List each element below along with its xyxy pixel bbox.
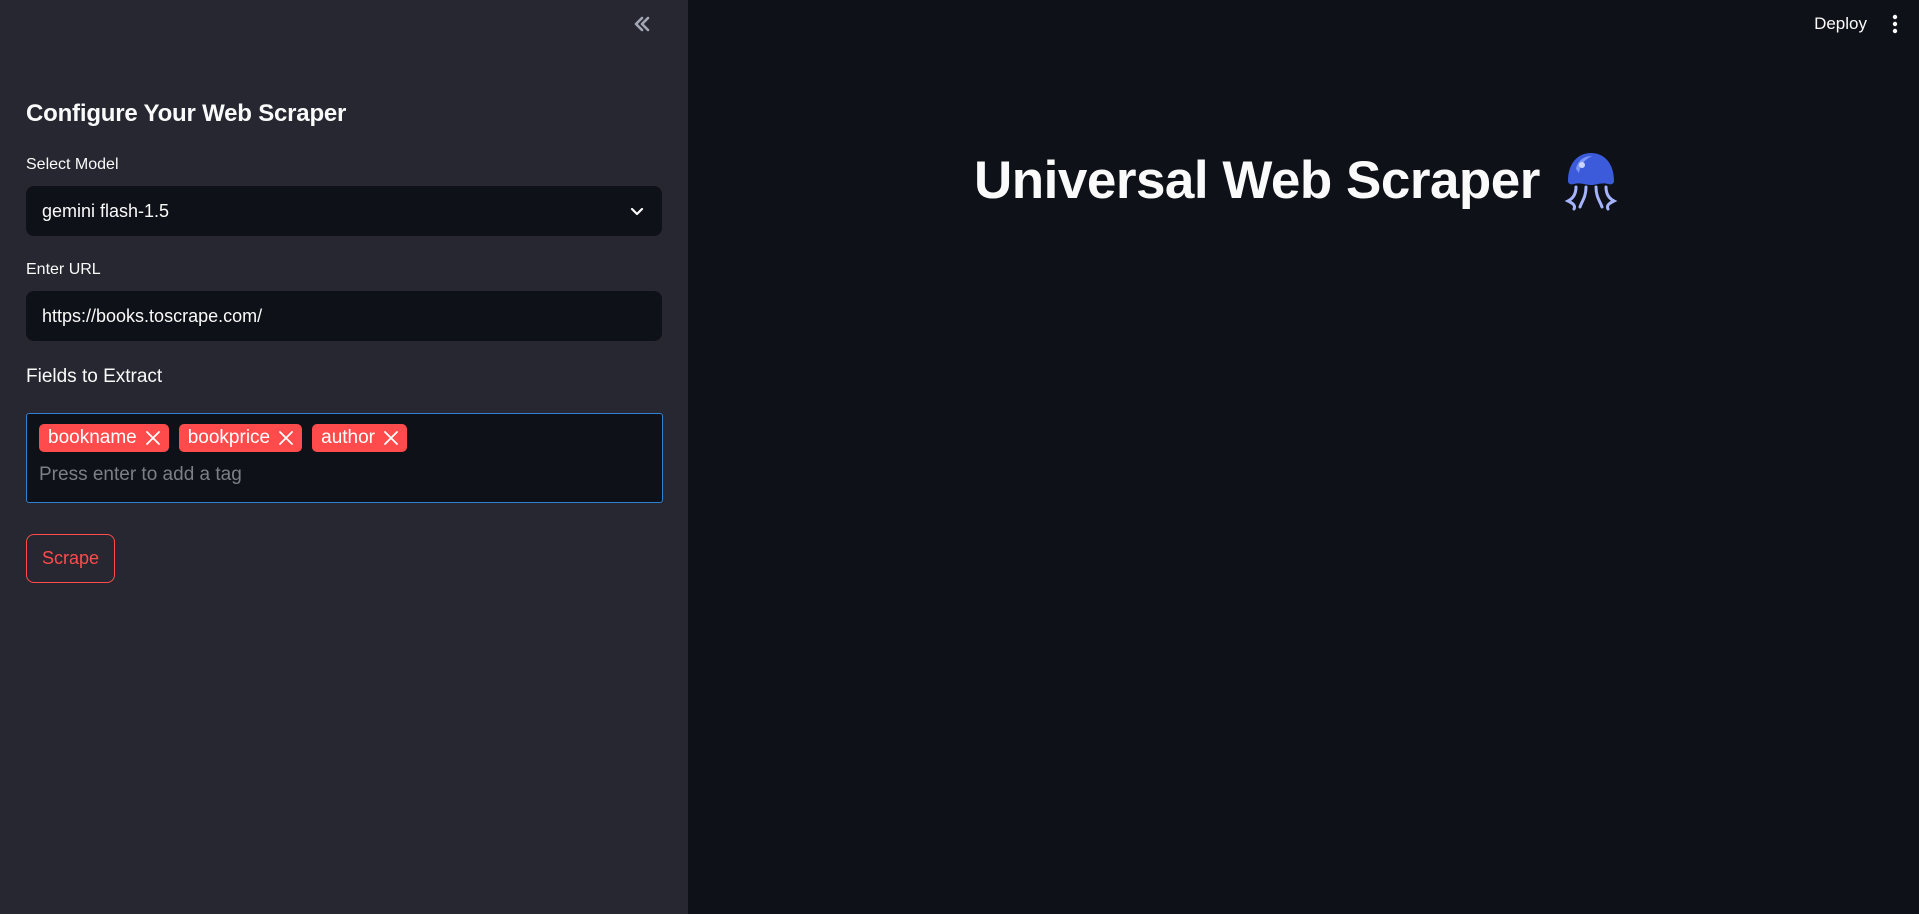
- model-label: Select Model: [26, 156, 119, 173]
- page-title-text: Universal Web Scraper: [974, 151, 1540, 210]
- double-chevron-left-icon: [634, 16, 650, 32]
- close-icon[interactable]: [278, 430, 294, 446]
- collapse-sidebar-button[interactable]: [628, 10, 656, 38]
- chevron-down-icon: [630, 207, 644, 216]
- scrape-button[interactable]: Scrape: [26, 534, 116, 583]
- close-icon[interactable]: [383, 430, 399, 446]
- tag-label: bookname: [48, 427, 137, 448]
- header-actions: Deploy: [1814, 10, 1901, 38]
- jellyfish-icon: [1564, 152, 1618, 210]
- deploy-button[interactable]: Deploy: [1814, 14, 1867, 34]
- sidebar-title: Configure Your Web Scraper: [26, 100, 347, 127]
- url-label: Enter URL: [26, 261, 101, 278]
- fields-label: Fields to Extract: [26, 366, 163, 387]
- kebab-menu-icon[interactable]: [1889, 13, 1901, 35]
- model-select-value: gemini flash-1.5: [42, 200, 170, 221]
- model-select[interactable]: gemini flash-1.5: [26, 186, 662, 236]
- sidebar: Configure Your Web Scraper Select Model …: [0, 0, 688, 914]
- tag-chip: bookname: [39, 424, 169, 452]
- tag-label: bookprice: [187, 427, 271, 448]
- url-input[interactable]: [26, 291, 662, 341]
- tag-list: bookname bookprice author: [39, 424, 650, 452]
- page-title: Universal Web Scraper: [974, 150, 1620, 211]
- close-icon[interactable]: [145, 430, 161, 446]
- tag-chip: bookprice: [178, 424, 303, 452]
- tag-label: author: [321, 427, 375, 448]
- tag-chip: author: [312, 424, 407, 452]
- tag-text-input[interactable]: [39, 462, 639, 488]
- tags-input-box[interactable]: bookname bookprice author: [26, 413, 663, 503]
